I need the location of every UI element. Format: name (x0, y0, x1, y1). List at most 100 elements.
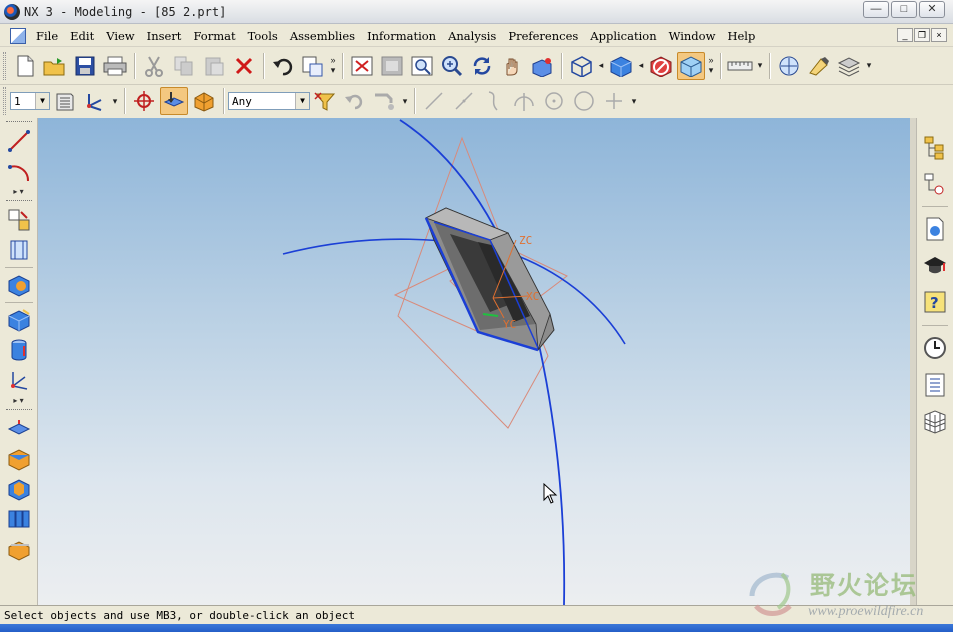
extrude-icon[interactable] (5, 236, 33, 264)
document-icon[interactable] (10, 27, 26, 44)
save-icon[interactable] (71, 52, 99, 80)
toolbar-grip[interactable] (5, 200, 32, 203)
copy-icon[interactable] (170, 52, 198, 80)
selection-filter-icon[interactable] (311, 87, 339, 115)
toolbar-overflow-icon[interactable]: ▸ ▾ (0, 396, 37, 406)
blue-curve-vertical[interactable] (399, 119, 566, 605)
menu-edit[interactable]: Edit (64, 29, 100, 43)
circle-center-icon[interactable] (540, 87, 568, 115)
menu-information[interactable]: Information (361, 29, 442, 43)
line-icon[interactable] (420, 87, 448, 115)
toolbar-grip[interactable] (5, 121, 32, 124)
pan-icon[interactable] (498, 52, 526, 80)
toolbar-overflow-icon[interactable]: » ▾ (706, 55, 716, 76)
trim-body-icon[interactable] (5, 535, 33, 563)
menu-file[interactable]: File (30, 29, 64, 43)
doc-minimize-button[interactable]: _ (897, 28, 913, 42)
analysis-shape-icon[interactable] (805, 52, 833, 80)
menu-help[interactable]: Help (721, 29, 761, 43)
sketch-line-icon[interactable] (5, 127, 33, 155)
toolbar-overflow-icon[interactable]: ▾ (864, 60, 874, 71)
arc-icon[interactable] (510, 87, 538, 115)
graphics-viewport[interactable]: ZC XC YC (38, 118, 910, 605)
wireframe-cube-icon[interactable] (567, 52, 595, 80)
zoom-box-icon[interactable] (408, 52, 436, 80)
orient-view-icon[interactable] (677, 51, 705, 80)
training-icon[interactable] (920, 251, 950, 281)
model-scene[interactable]: ZC XC YC (38, 118, 910, 605)
open-folder-icon[interactable] (41, 52, 69, 80)
fit-view-icon[interactable] (348, 52, 376, 80)
undo-selection-icon[interactable] (341, 87, 369, 115)
dropdown-arrow-icon[interactable]: ◂ (636, 60, 646, 71)
chamfer-icon[interactable] (5, 445, 33, 473)
measure-distance-icon[interactable] (726, 52, 754, 80)
toolbar-grip[interactable] (3, 87, 6, 115)
reuse-library-icon[interactable] (920, 370, 950, 400)
menu-window[interactable]: Window (663, 29, 722, 43)
toolbar-grip[interactable] (5, 409, 32, 412)
paste-icon[interactable] (200, 52, 228, 80)
sketch-arc-icon[interactable] (5, 157, 33, 185)
close-button[interactable]: ✕ (919, 1, 945, 18)
new-file-icon[interactable] (11, 52, 39, 80)
cut-icon[interactable] (140, 52, 168, 80)
assembly-navigator-icon[interactable] (920, 132, 950, 162)
wcs-icon[interactable] (81, 87, 109, 115)
shaded-cube-icon[interactable] (607, 52, 635, 80)
menu-application[interactable]: Application (584, 29, 662, 43)
curve-icon[interactable] (480, 87, 508, 115)
shell-icon[interactable] (5, 475, 33, 503)
menu-assemblies[interactable]: Assemblies (284, 29, 361, 43)
select-body-icon[interactable] (190, 87, 218, 115)
work-layer-select[interactable]: 1 ▼ (10, 92, 50, 110)
rotate-icon[interactable] (468, 52, 496, 80)
undo-icon[interactable] (269, 52, 297, 80)
stack-layers-icon[interactable] (835, 52, 863, 80)
line-point-icon[interactable] (450, 87, 478, 115)
delete-icon[interactable] (230, 52, 258, 80)
doc-restore-button[interactable]: ❐ (914, 28, 930, 42)
datum-csys-icon[interactable] (5, 366, 33, 394)
sketch-icon[interactable] (5, 206, 33, 234)
snap-point-icon[interactable] (130, 87, 158, 115)
zoom-icon[interactable] (438, 52, 466, 80)
doc-close-button[interactable]: × (931, 28, 947, 42)
print-icon[interactable] (101, 52, 129, 80)
part-navigator-icon[interactable] (920, 169, 950, 199)
type-filter-select[interactable]: Any ▼ (228, 92, 310, 110)
toolbar-grip[interactable] (3, 51, 6, 80)
circle-icon[interactable] (570, 87, 598, 115)
toolbar-overflow-icon[interactable]: ▸ ▾ (0, 187, 37, 197)
repeat-command-icon[interactable] (299, 52, 327, 80)
history-icon[interactable] (920, 333, 950, 363)
maximize-button[interactable]: □ (891, 1, 917, 18)
toolbar-overflow-icon[interactable]: ▾ (400, 96, 410, 107)
menu-analysis[interactable]: Analysis (442, 29, 502, 43)
menu-view[interactable]: View (100, 29, 140, 43)
menu-tools[interactable]: Tools (242, 29, 284, 43)
cube-feature-icon[interactable] (5, 306, 33, 334)
nx-app-icon[interactable] (4, 3, 20, 20)
dropdown-arrow-icon[interactable]: ◂ (596, 60, 606, 71)
hide-show-icon[interactable] (647, 52, 675, 80)
menu-format[interactable]: Format (187, 29, 241, 43)
solid-body[interactable] (424, 207, 555, 352)
toolbar-overflow-icon[interactable]: ▾ (629, 96, 639, 107)
point-icon[interactable] (600, 87, 628, 115)
deselect-icon[interactable] (371, 87, 399, 115)
web-browser-icon[interactable] (920, 214, 950, 244)
help-icon[interactable]: ? (920, 288, 950, 318)
zoom-window-icon[interactable] (378, 52, 406, 80)
edge-blend-icon[interactable] (5, 415, 33, 443)
shaded-view-icon[interactable] (528, 52, 556, 80)
layer-settings-icon[interactable] (51, 87, 79, 115)
menu-preferences[interactable]: Preferences (502, 29, 584, 43)
dropdown-arrow-icon[interactable]: ▾ (755, 60, 765, 71)
select-face-icon[interactable] (160, 87, 188, 115)
menu-insert[interactable]: Insert (141, 29, 188, 43)
minimize-button[interactable]: — (863, 1, 889, 18)
toolbar-overflow-icon[interactable]: » ▾ (328, 55, 338, 76)
section-view-icon[interactable] (775, 52, 803, 80)
block-icon[interactable] (5, 271, 33, 299)
